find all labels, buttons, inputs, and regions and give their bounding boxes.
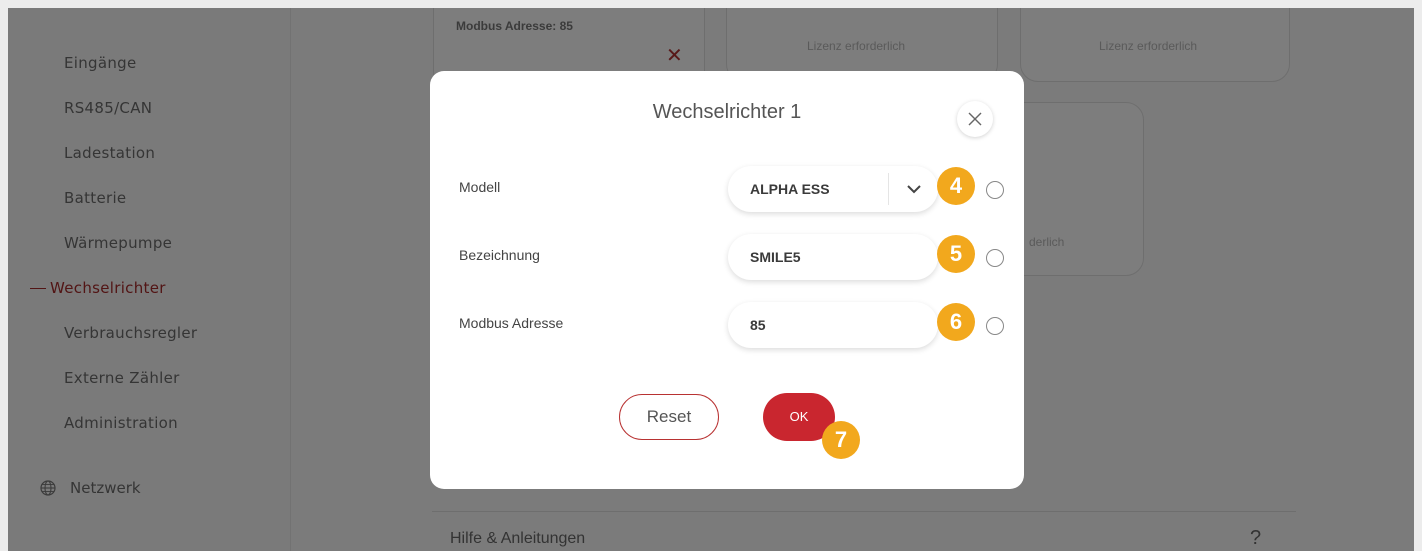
select-separator — [888, 173, 889, 205]
modbus-label: Modbus Adresse — [459, 315, 564, 331]
close-icon — [968, 112, 982, 126]
step-badge-5: 5 — [937, 235, 975, 273]
modbus-address-input[interactable]: 85 — [728, 302, 938, 348]
chevron-down-icon[interactable] — [906, 183, 922, 195]
inverter-dialog: Wechselrichter 1 Modell ALPHA ESS Bezeic… — [430, 71, 1024, 489]
dialog-title: Wechselrichter 1 — [652, 101, 802, 123]
name-label: Bezeichnung — [459, 247, 540, 263]
info-icon[interactable] — [986, 317, 1004, 335]
info-icon[interactable] — [986, 249, 1004, 267]
info-icon[interactable] — [986, 181, 1004, 199]
reset-button[interactable]: Reset — [619, 394, 719, 440]
step-badge-4: 4 — [937, 167, 975, 205]
model-label: Modell — [459, 179, 501, 195]
close-button[interactable] — [957, 101, 993, 137]
step-badge-6: 6 — [937, 303, 975, 341]
app-frame: Eingänge RS485/CAN Ladestation Batterie … — [8, 8, 1414, 551]
name-input[interactable]: SMILE5 — [728, 234, 938, 280]
step-badge-7: 7 — [822, 421, 860, 459]
